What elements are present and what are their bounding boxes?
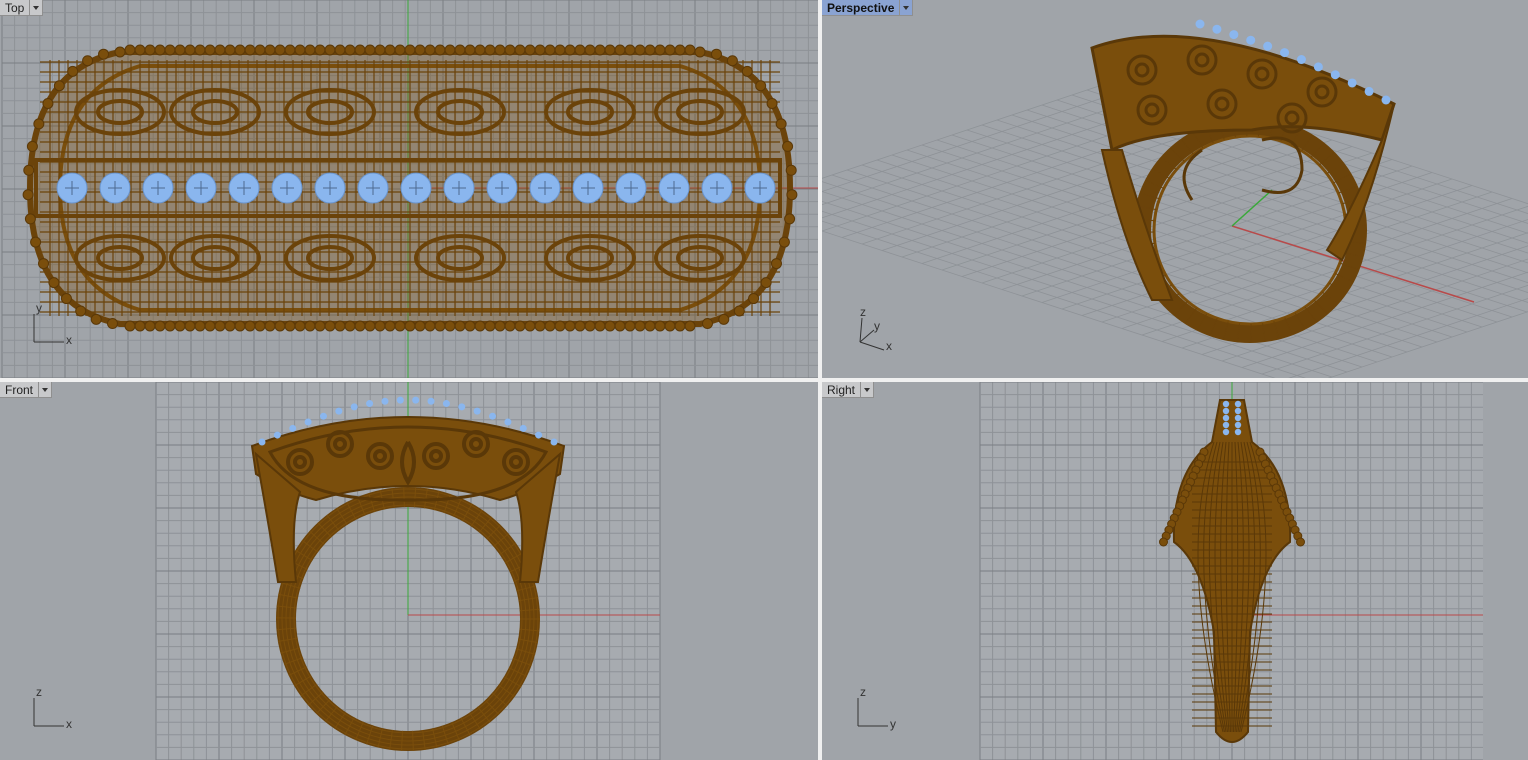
viewport-title-right[interactable]: Right: [822, 382, 862, 398]
viewport-tab-perspective[interactable]: Perspective: [822, 0, 914, 16]
axis-label-y: y: [890, 717, 896, 731]
gem-row: [56, 172, 776, 204]
chevron-down-icon[interactable]: [39, 382, 53, 398]
axis-label-x: x: [886, 339, 892, 353]
axis-gizmo: y z: [857, 685, 896, 731]
viewport-perspective[interactable]: Perspective x z y: [822, 0, 1528, 378]
axis-label-z: z: [860, 305, 866, 319]
axis-gizmo: x z: [33, 685, 72, 731]
perspective-view-canvas[interactable]: x z y: [822, 0, 1528, 378]
chevron-down-icon[interactable]: [861, 382, 875, 398]
axis-label-y: y: [874, 319, 880, 333]
axis-label-z: z: [36, 685, 42, 699]
viewport-tab-top[interactable]: Top: [0, 0, 44, 16]
viewport-title-top[interactable]: Top: [0, 0, 31, 16]
chevron-down-icon[interactable]: [900, 0, 914, 16]
axis-label-x: x: [66, 717, 72, 731]
axis-label-x: x: [66, 333, 72, 347]
viewport-title-front[interactable]: Front: [0, 382, 40, 398]
chevron-down-icon[interactable]: [30, 0, 44, 16]
viewport-right[interactable]: Right y z: [822, 382, 1528, 760]
viewport-tab-front[interactable]: Front: [0, 382, 53, 398]
axis-gizmo: x z y: [859, 305, 892, 353]
ring-wireframe-top: [22, 44, 798, 332]
viewport-tab-right[interactable]: Right: [822, 382, 875, 398]
viewport-front[interactable]: Front x z: [0, 382, 818, 760]
viewport-title-perspective[interactable]: Perspective: [822, 0, 901, 16]
top-view-canvas[interactable]: x y: [0, 0, 818, 378]
front-view-canvas[interactable]: x z: [0, 382, 818, 760]
axis-label-y: y: [36, 301, 42, 315]
viewport-top[interactable]: Top x y: [0, 0, 818, 378]
axis-label-z: z: [860, 685, 866, 699]
right-view-canvas[interactable]: y z: [822, 382, 1528, 760]
